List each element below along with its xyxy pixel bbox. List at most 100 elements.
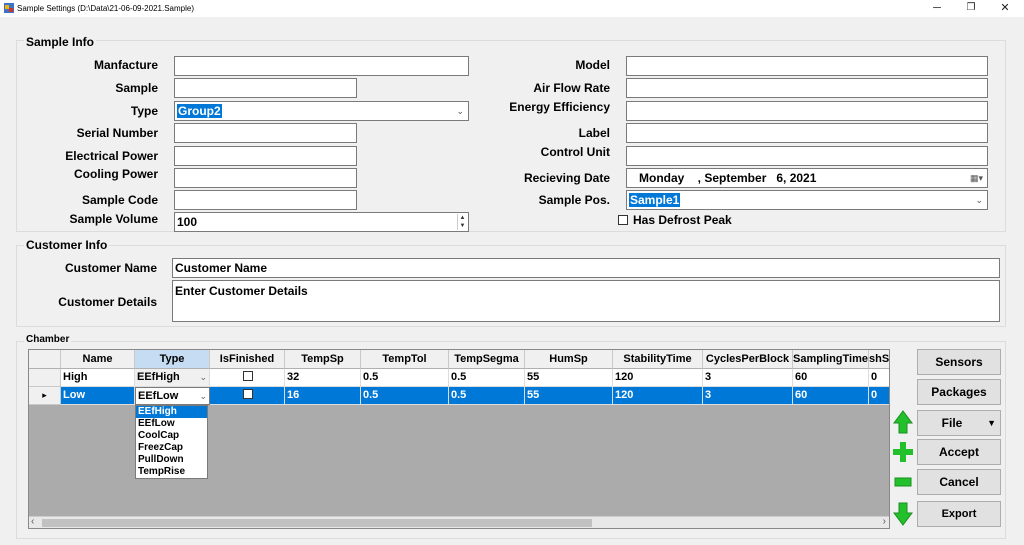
cell-samplingtime[interactable]: 60 xyxy=(793,387,869,405)
col-header-stabilitytime[interactable]: StabilityTime xyxy=(613,350,703,369)
cell-name[interactable]: High xyxy=(61,369,135,387)
dropdown-option[interactable]: TempRise xyxy=(136,466,207,478)
dropdown-option[interactable]: EEfHigh xyxy=(136,406,207,418)
isfinished-checkbox[interactable] xyxy=(243,371,253,382)
type-dropdown-list[interactable]: EEfHigh EEfLow CoolCap FreezCap PullDown… xyxy=(135,405,208,479)
add-row-icon[interactable] xyxy=(893,440,913,464)
cell-stabilitytime[interactable]: 120 xyxy=(613,369,703,387)
col-header-tempsegma[interactable]: TempSegma xyxy=(449,350,525,369)
col-header-shs[interactable]: shS xyxy=(869,350,889,369)
cell-tempsp[interactable]: 16 xyxy=(285,387,361,405)
app-icon xyxy=(4,3,14,13)
close-icon[interactable]: ✕ xyxy=(988,0,1022,17)
col-header-type[interactable]: Type xyxy=(135,350,210,369)
scroll-right-icon[interactable]: › xyxy=(883,516,886,527)
electrical-power-field[interactable] xyxy=(174,146,357,166)
sample-volume-stepper[interactable]: 100 ▲ ▼ xyxy=(174,212,469,232)
sensors-button[interactable]: Sensors xyxy=(917,349,1001,375)
col-header-samplingtime[interactable]: SamplingTime xyxy=(793,350,869,369)
move-up-icon[interactable] xyxy=(893,410,913,434)
file-button[interactable]: File ▼ xyxy=(917,410,1001,436)
model-field[interactable] xyxy=(626,56,988,76)
packages-button[interactable]: Packages xyxy=(917,379,1001,405)
sample-pos-select[interactable]: Sample1 ⌄ xyxy=(626,190,988,210)
label-field[interactable] xyxy=(626,123,988,143)
minimize-icon[interactable]: ─ xyxy=(920,0,954,17)
sample-field[interactable] xyxy=(174,78,357,98)
cell-isfinished[interactable] xyxy=(210,387,285,405)
title-bar: Sample Settings (D:\Data\21-06-09-2021.S… xyxy=(0,0,1024,17)
col-header-cyclesperblock[interactable]: CyclesPerBlock xyxy=(703,350,793,369)
cell-shs[interactable]: 0 xyxy=(869,369,889,387)
type-select[interactable]: Group2 ⌄ xyxy=(174,101,469,121)
cell-tempsegma[interactable]: 0.5 xyxy=(449,387,525,405)
dropdown-option[interactable]: CoolCap xyxy=(136,430,207,442)
cancel-button[interactable]: Cancel xyxy=(917,469,1001,495)
receiving-date-picker[interactable]: Monday , September 6, 2021 ▦▾ xyxy=(626,168,988,188)
col-header-humsp[interactable]: HumSp xyxy=(525,350,613,369)
customer-details-label: Customer Details xyxy=(58,295,157,309)
cell-tempsegma[interactable]: 0.5 xyxy=(449,369,525,387)
move-down-icon[interactable] xyxy=(893,502,913,526)
horizontal-scrollbar[interactable]: ‹ › xyxy=(29,516,889,528)
cell-type[interactable]: EEfLow ⌄ xyxy=(135,387,210,405)
cell-isfinished[interactable] xyxy=(210,369,285,387)
defrost-checkbox[interactable] xyxy=(618,215,628,225)
chevron-down-icon[interactable]: ⌄ xyxy=(199,388,207,404)
cell-type-value: EEfLow xyxy=(138,390,179,402)
air-flow-rate-field[interactable] xyxy=(626,78,988,98)
dropdown-option[interactable]: PullDown xyxy=(136,454,207,466)
sample-pos-label: Sample Pos. xyxy=(538,193,610,207)
row-header[interactable] xyxy=(29,369,61,387)
cell-humsp[interactable]: 55 xyxy=(525,369,613,387)
cooling-power-field[interactable] xyxy=(174,168,357,188)
cell-stabilitytime[interactable]: 120 xyxy=(613,387,703,405)
energy-efficiency-field[interactable] xyxy=(626,101,988,121)
type-value: Group2 xyxy=(177,104,222,118)
control-unit-field[interactable] xyxy=(626,146,988,166)
dropdown-option[interactable]: FreezCap xyxy=(136,442,207,454)
sample-volume-value: 100 xyxy=(177,215,198,229)
customer-details-field[interactable]: Enter Customer Details xyxy=(172,280,1000,322)
spin-arrows-icon[interactable]: ▲ ▼ xyxy=(457,214,467,230)
cell-temptol[interactable]: 0.5 xyxy=(361,387,449,405)
accept-button[interactable]: Accept xyxy=(917,439,1001,465)
dropdown-option[interactable]: EEfLow xyxy=(136,418,207,430)
energy-efficiency-label: Energy Efficiency xyxy=(509,100,610,114)
grid-corner xyxy=(29,350,61,369)
cell-cyclesperblock[interactable]: 3 xyxy=(703,387,793,405)
export-button[interactable]: Export xyxy=(917,501,1001,527)
sample-settings-window: Sample Settings (D:\Data\21-06-09-2021.S… xyxy=(0,0,1024,545)
col-header-tempsp[interactable]: TempSp xyxy=(285,350,361,369)
chamber-grid[interactable]: Name Type IsFinished TempSp TempTol Temp… xyxy=(28,349,890,529)
sample-label: Sample xyxy=(115,81,158,95)
cell-name[interactable]: Low xyxy=(61,387,135,405)
sample-volume-label: Sample Volume xyxy=(69,212,158,226)
row-pointer-icon[interactable]: ▸ xyxy=(29,387,61,405)
calendar-icon[interactable]: ▦▾ xyxy=(970,169,983,187)
serial-number-field[interactable] xyxy=(174,123,357,143)
cell-humsp[interactable]: 55 xyxy=(525,387,613,405)
cell-shs[interactable]: 0 xyxy=(869,387,889,405)
cell-cyclesperblock[interactable]: 3 xyxy=(703,369,793,387)
scroll-left-icon[interactable]: ‹ xyxy=(31,516,34,527)
scrollbar-thumb[interactable] xyxy=(42,519,592,527)
customer-name-field[interactable]: Customer Name xyxy=(172,258,1000,278)
window-title: Sample Settings (D:\Data\21-06-09-2021.S… xyxy=(17,4,194,13)
sample-code-field[interactable] xyxy=(174,190,357,210)
manufacture-field[interactable] xyxy=(174,56,469,76)
cell-samplingtime[interactable]: 60 xyxy=(793,369,869,387)
cell-type[interactable]: EEfHigh ⌄ xyxy=(135,369,210,387)
customer-name-label: Customer Name xyxy=(64,261,157,275)
cell-temptol[interactable]: 0.5 xyxy=(361,369,449,387)
col-header-isfinished[interactable]: IsFinished xyxy=(210,350,285,369)
remove-row-icon[interactable] xyxy=(893,470,913,494)
receiving-date-value: Monday , September 6, 2021 xyxy=(639,171,817,185)
control-unit-label: Control Unit xyxy=(540,145,610,159)
maximize-icon[interactable]: ❐ xyxy=(954,0,988,17)
col-header-temptol[interactable]: TempTol xyxy=(361,350,449,369)
chamber-title: Chamber xyxy=(24,334,72,345)
isfinished-checkbox[interactable] xyxy=(243,389,253,400)
cell-tempsp[interactable]: 32 xyxy=(285,369,361,387)
col-header-name[interactable]: Name xyxy=(61,350,135,369)
